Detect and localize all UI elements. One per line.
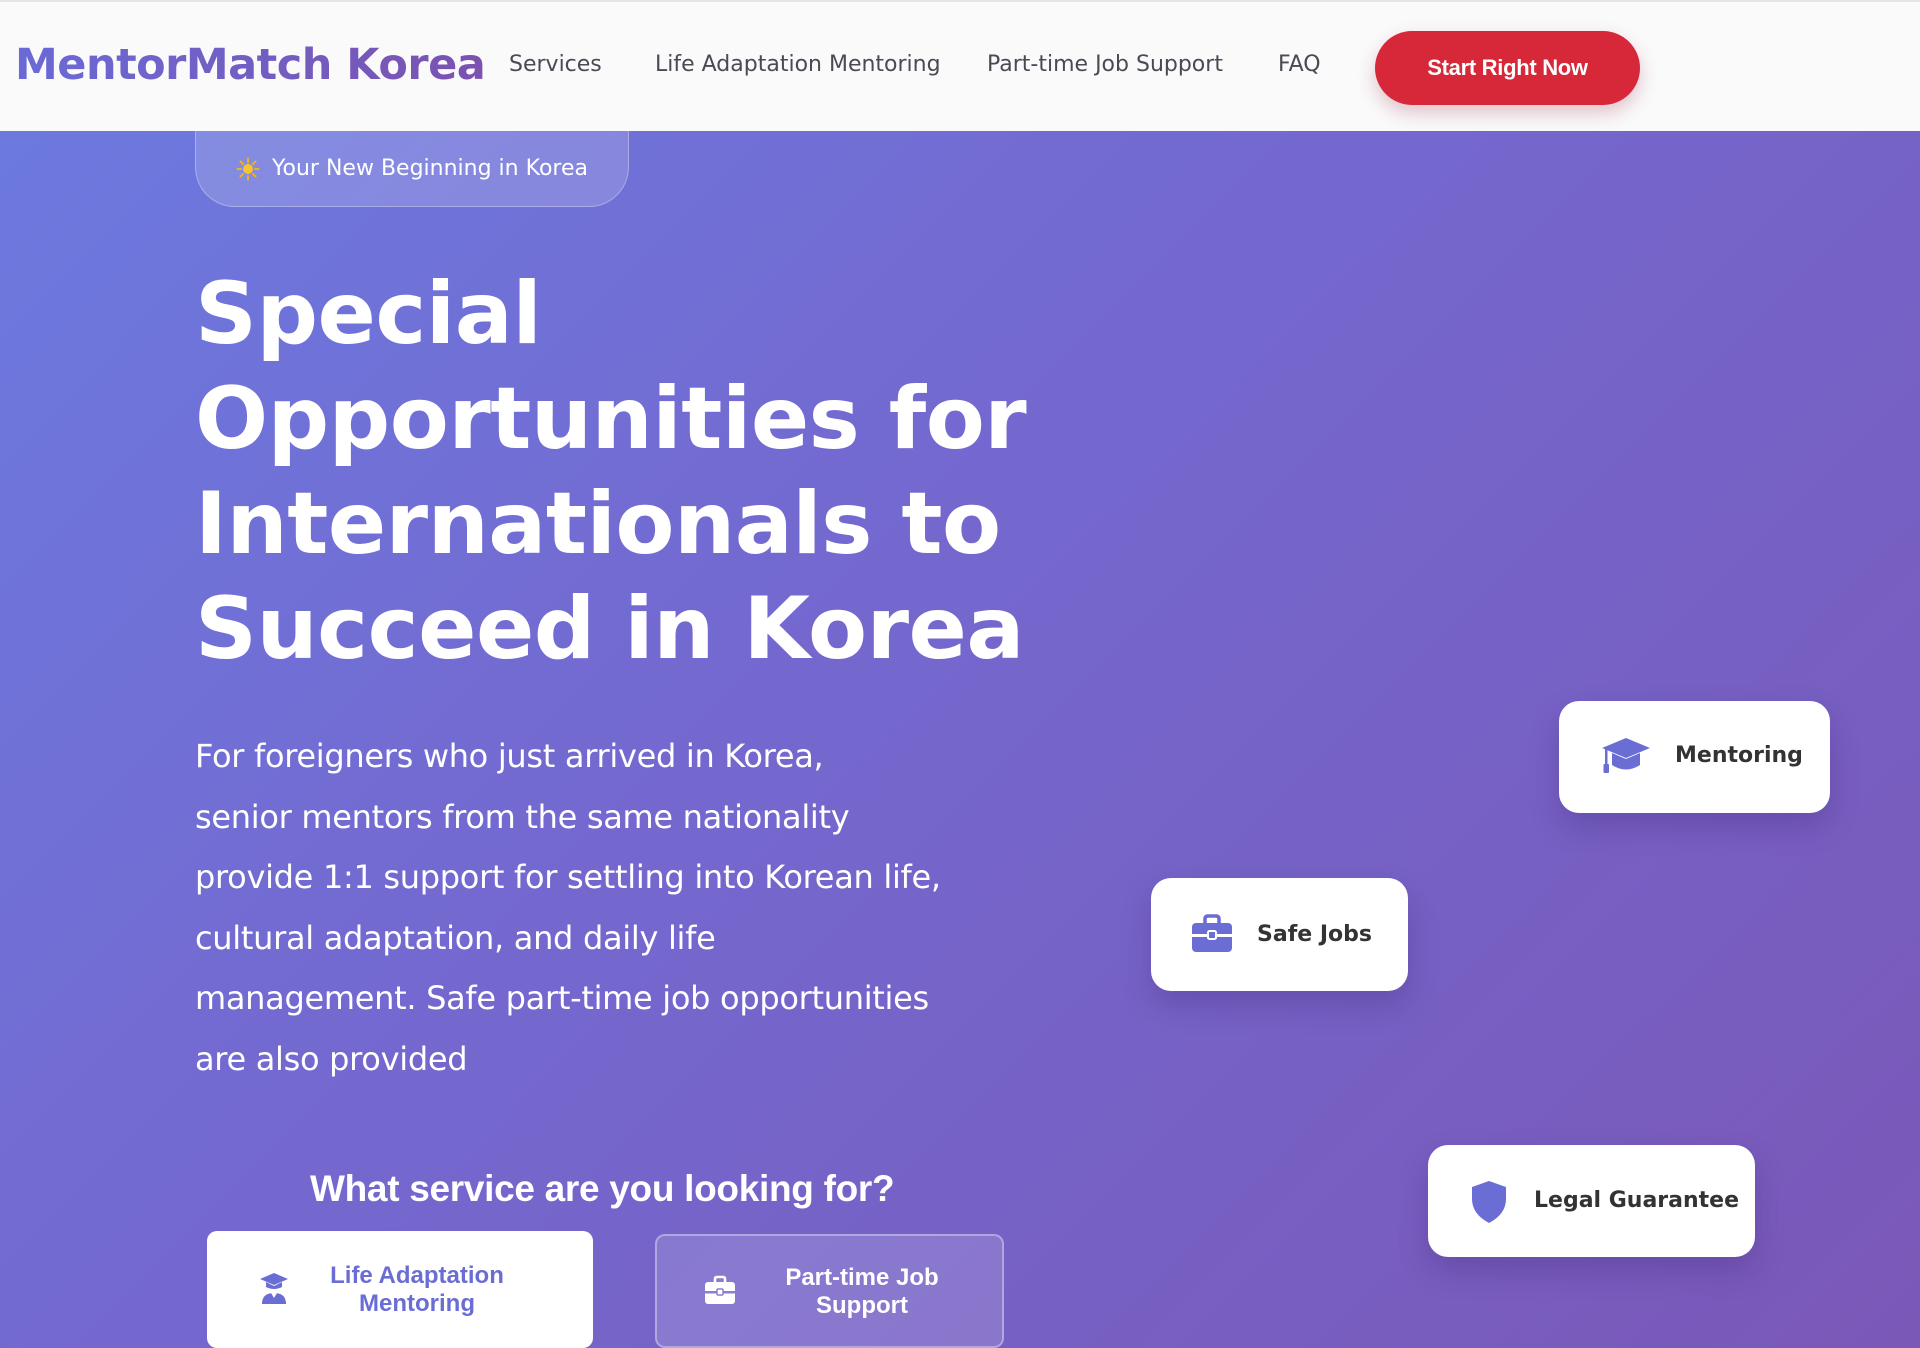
feature-card-label: Legal Guarantee [1534,1188,1740,1213]
headline-line: Internationals to [195,474,1001,574]
feature-card-mentoring: Mentoring [1559,701,1830,813]
service-question: What service are you looking for? [310,1168,895,1209]
shield-icon [1472,1181,1506,1223]
top-navigation-bar: MentorMatch Korea Services Life Adaptati… [0,0,1920,131]
feature-card-label: Safe Jobs [1257,922,1372,947]
start-right-now-button[interactable]: Start Right Now [1375,31,1640,105]
hero-badge-text: Your New Beginning in Korea [272,156,588,181]
graduation-cap-icon [1602,738,1650,773]
nav-item-part-time-job-support[interactable]: Part-time Job Support [987,52,1223,77]
briefcase-icon [1192,914,1232,952]
headline-line: Opportunities for [195,369,1027,469]
description-line: management. Safe part-time job opportuni… [195,979,929,1017]
sun-icon [236,157,260,180]
hero-headline: Special Opportunities for Internationals… [195,262,1035,682]
feature-card-legal-guarantee: Legal Guarantee [1428,1145,1755,1257]
service-option-label: Life Adaptation [330,1262,504,1289]
service-option-label: Part-time Job [785,1264,939,1291]
headline-line: Special [195,264,542,364]
feature-card-label: Mentoring [1675,743,1803,768]
nav-item-life-adaptation-mentoring[interactable]: Life Adaptation Mentoring [655,52,941,77]
description-line: cultural adaptation, and daily life [195,918,716,957]
hero-badge: Your New Beginning in Korea [195,131,629,207]
headline-line: Succeed in Korea [195,579,1024,679]
description-line: senior mentors from the same nationality [195,797,850,836]
service-option-label: Mentoring [359,1290,475,1317]
description-line: provide 1:1 support for settling into Ko… [195,858,941,896]
service-option-label: Support [816,1292,908,1319]
service-option-life-adaptation-mentoring[interactable]: Life Adaptation Mentoring [207,1231,593,1348]
description-line: are also provided [195,1039,468,1078]
description-line: For foreigners who just arrived in Korea… [195,737,824,775]
graduate-icon [260,1273,288,1304]
nav-item-faq[interactable]: FAQ [1278,52,1321,77]
hero-description: For foreigners who just arrived in Korea… [195,726,955,1089]
brand-logo[interactable]: MentorMatch Korea [15,40,486,90]
feature-card-safe-jobs: Safe Jobs [1151,878,1408,991]
nav-item-services[interactable]: Services [509,52,602,77]
service-option-part-time-job-support[interactable]: Part-time Job Support [655,1234,1004,1348]
briefcase-icon [705,1275,735,1304]
